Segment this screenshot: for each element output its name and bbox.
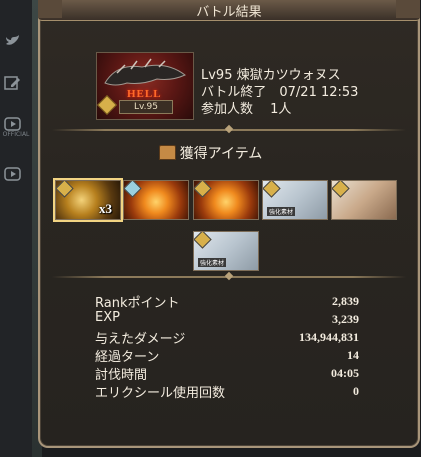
divider <box>52 129 406 131</box>
panel-header: バトル結果 <box>38 0 420 21</box>
stat-label: 討伐時間 <box>95 368 148 383</box>
participant-count: 参加人数 1人 <box>201 102 292 117</box>
youtube-icon[interactable] <box>4 166 22 181</box>
item-slot[interactable] <box>331 180 397 220</box>
item-quantity: x3 <box>99 201 112 216</box>
treasure-chest-icon <box>158 145 176 160</box>
stat-value: 14 <box>347 348 359 362</box>
sidebar-item-label: OFFICIAL <box>2 131 30 138</box>
difficulty-label: HELL <box>127 88 162 100</box>
stat-label: 経過ターン <box>95 350 160 365</box>
item-slot[interactable]: 強化素材 <box>262 180 328 220</box>
rarity-badge-icon <box>56 181 74 198</box>
page-title: バトル結果 <box>196 5 262 20</box>
level-badge: Lv.95 <box>119 100 173 114</box>
divider <box>52 276 406 278</box>
stat-value: 2,839 <box>332 294 359 308</box>
item-tag: 強化素材 <box>198 258 227 267</box>
stat-value: 134,944,831 <box>299 330 359 344</box>
youtube-icon[interactable] <box>4 116 22 131</box>
stat-value: 3,239 <box>332 312 359 326</box>
item-slot[interactable]: x3 <box>55 180 121 220</box>
stat-label: EXP <box>95 310 120 325</box>
stat-value: 0 <box>353 384 359 398</box>
items-title: 獲得アイテム <box>179 146 263 162</box>
item-slot[interactable] <box>193 180 259 220</box>
rarity-badge-icon <box>194 232 212 249</box>
item-tag: 強化素材 <box>267 207 296 216</box>
quest-image: HELL Lv.95 <box>96 52 194 120</box>
twitter-icon[interactable] <box>4 33 22 47</box>
stat-label: 与えたダメージ <box>95 332 186 347</box>
rarity-badge-icon <box>194 181 212 198</box>
rarity-badge-icon <box>124 181 142 198</box>
stat-value: 04:05 <box>331 366 359 380</box>
item-slot[interactable]: 強化素材 <box>193 231 259 271</box>
edit-icon[interactable] <box>4 75 22 90</box>
items-heading: 獲得アイテム <box>0 143 421 163</box>
rarity-badge-icon <box>263 181 281 198</box>
stat-label: Rankポイント <box>95 296 180 311</box>
item-slot[interactable] <box>123 180 189 220</box>
rarity-badge-icon <box>332 181 350 198</box>
stat-label: エリクシール使用回数 <box>95 386 226 401</box>
sidebar: OFFICIAL <box>0 0 32 457</box>
